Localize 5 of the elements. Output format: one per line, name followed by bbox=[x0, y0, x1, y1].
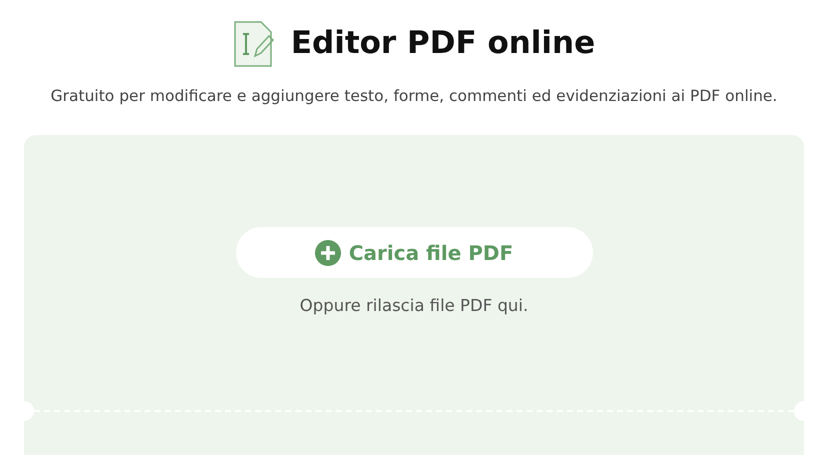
drop-hint: Oppure rilascia file PDF qui. bbox=[298, 295, 530, 317]
document-edit-icon bbox=[232, 20, 275, 68]
plus-circle-icon bbox=[314, 240, 341, 266]
page-subtitle: Gratuito per modificare e aggiungere testo, forme, commenti ed evidenziazioni ai PDF online. bbox=[50, 86, 778, 107]
page-title: Editor PDF online bbox=[290, 25, 596, 63]
